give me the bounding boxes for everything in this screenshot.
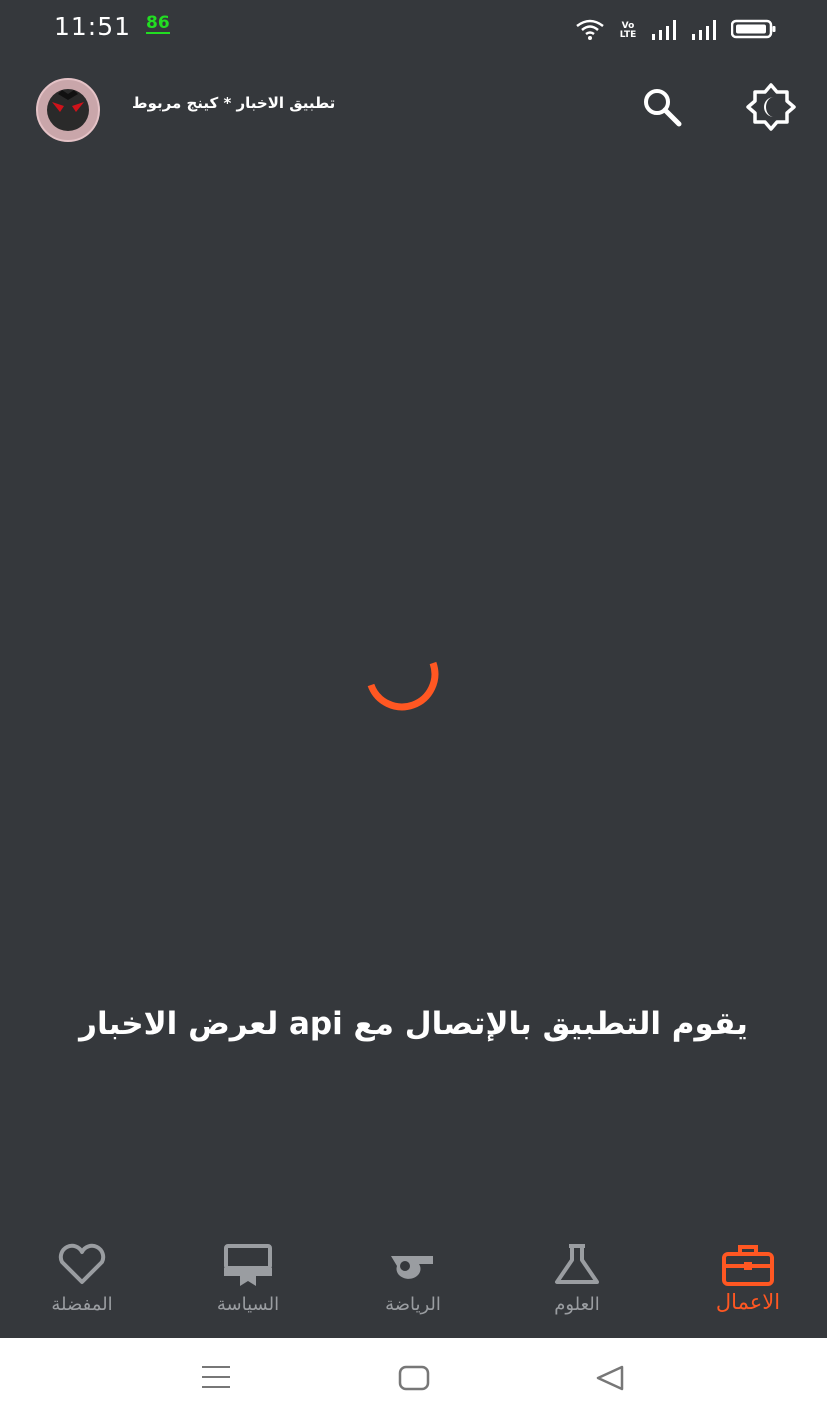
- wifi-icon: [576, 19, 604, 40]
- search-button[interactable]: [636, 82, 686, 132]
- nav-item-science[interactable]: العلوم: [512, 1232, 642, 1338]
- app-title: تطبيق الاخبار * كينج مربوط: [132, 94, 336, 112]
- nav-label-politics: السياسة: [216, 1294, 280, 1315]
- signal-icon: [692, 20, 716, 40]
- nav-label-sports: الرياضة: [385, 1294, 441, 1315]
- loading-message: يقوم التطبيق بالإتصال مع api لعرض الاخبا…: [79, 1006, 748, 1042]
- briefcase-icon: [722, 1245, 774, 1286]
- signal-icon: [652, 20, 676, 40]
- avatar-image: [47, 89, 89, 131]
- battery-icon: [731, 19, 776, 39]
- podium-icon: [224, 1244, 272, 1286]
- nav-item-business[interactable]: الاعمال: [683, 1232, 813, 1338]
- bottom-navigation: المفضلة السياسة الرياضة العلوم الاعمال: [0, 1232, 827, 1338]
- brightness-icon: [746, 83, 796, 131]
- app-bar: تطبيق الاخبار * كينج مربوط: [0, 72, 827, 142]
- volte-icon: Vo LTE: [619, 21, 637, 40]
- nav-label-science: العلوم: [554, 1294, 600, 1315]
- status-time: 11:51: [54, 12, 132, 41]
- system-navigation-bar: [0, 1338, 827, 1417]
- home-icon[interactable]: [398, 1365, 430, 1391]
- nav-item-favorites[interactable]: المفضلة: [17, 1232, 147, 1338]
- back-icon[interactable]: [594, 1364, 626, 1392]
- flask-icon: [555, 1244, 599, 1284]
- menu-icon[interactable]: [200, 1364, 232, 1390]
- status-icons: Vo LTE: [575, 16, 777, 40]
- heart-icon: [58, 1243, 106, 1284]
- nav-label-favorites: المفضلة: [51, 1294, 113, 1315]
- loading-spinner: [363, 655, 463, 731]
- status-bar: 11:51 86 Vo LTE: [0, 0, 827, 56]
- search-icon: [644, 89, 682, 127]
- whistle-icon: [391, 1256, 433, 1279]
- nav-item-politics[interactable]: السياسة: [183, 1232, 313, 1338]
- nav-item-sports[interactable]: الرياضة: [348, 1232, 478, 1338]
- nav-label-business: الاعمال: [715, 1290, 781, 1314]
- battery-percent: 86: [146, 13, 170, 34]
- avatar[interactable]: [36, 78, 100, 142]
- brightness-button[interactable]: [744, 82, 796, 132]
